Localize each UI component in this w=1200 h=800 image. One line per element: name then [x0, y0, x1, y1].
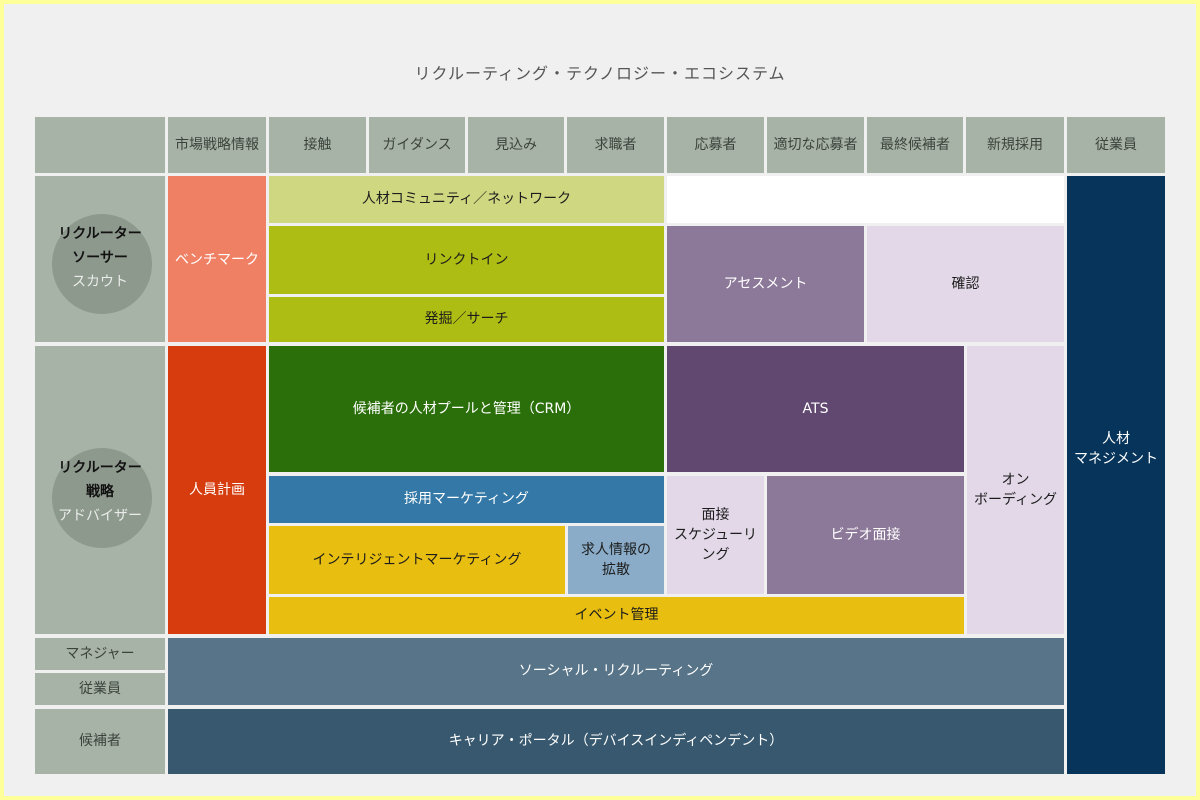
role-sourcer-line1: リクルーター [58, 226, 142, 242]
role-strategy-line2: 戦略 [86, 484, 114, 500]
role-label-strategy: リクルーター 戦略 アドバイザー [34, 456, 166, 528]
column-header-job-seeker: 求職者 [567, 117, 664, 173]
block-workforce-planning: 人員計画 [168, 346, 266, 634]
block-recruitment-marketing: 採用マーケティング [269, 476, 664, 523]
column-header-contact: 接触 [269, 117, 366, 173]
block-video-interview: ビデオ面接 [767, 476, 964, 594]
row-label-candidate: 候補者 [35, 709, 165, 774]
column-header-guidance: ガイダンス [369, 117, 465, 173]
header-corner [35, 117, 165, 173]
block-crm: 候補者の人材プールと管理（CRM） [269, 346, 664, 472]
block-onboarding: オン ボーディング [967, 346, 1064, 634]
row-label-employee: 従業員 [35, 673, 165, 705]
block-job-distribution: 求人情報の 拡散 [568, 526, 664, 594]
block-search: 発掘／サーチ [269, 297, 664, 342]
block-assessment: アセスメント [667, 226, 864, 342]
block-interview-scheduling: 面接 スケジューリング [667, 476, 764, 594]
column-header-prospect: 見込み [468, 117, 564, 173]
block-benchmark: ベンチマーク [168, 176, 266, 342]
column-header-employee: 従業員 [1067, 117, 1165, 173]
row-label-manager: マネジャー [35, 638, 165, 670]
column-header-applicant: 応募者 [667, 117, 764, 173]
column-header-finalist: 最終候補者 [867, 117, 963, 173]
role-sourcer-line2: ソーサー [72, 250, 128, 266]
block-talent-management: 人材 マネジメント [1067, 176, 1165, 774]
block-social-recruiting: ソーシャル・リクルーティング [168, 638, 1064, 705]
role-strategy-line1: リクルーター [58, 460, 142, 476]
block-linkedin: リンクトイン [269, 226, 664, 294]
role-sourcer-sub: スカウト [72, 274, 128, 290]
column-header-market-intelligence: 市場戦略情報 [168, 117, 266, 173]
block-event-management: イベント管理 [269, 597, 964, 634]
block-intelligent-marketing: インテリジェントマーケティング [269, 526, 565, 594]
block-talent-community: 人材コミュニティ／ネットワーク [269, 176, 664, 223]
block-empty-white [667, 176, 1064, 223]
block-ats: ATS [667, 346, 964, 472]
role-label-sourcer: リクルーター ソーサー スカウト [34, 222, 166, 294]
role-strategy-sub: アドバイザー [58, 508, 142, 524]
column-header-qualified-applicant: 適切な応募者 [767, 117, 864, 173]
block-career-portal: キャリア・ポータル（デバイスインディペンデント） [168, 709, 1064, 774]
column-header-new-hire: 新規採用 [966, 117, 1064, 173]
diagram-title: リクルーティング・テクノロジー・エコシステム [414, 64, 786, 83]
block-verification: 確認 [867, 226, 1064, 342]
